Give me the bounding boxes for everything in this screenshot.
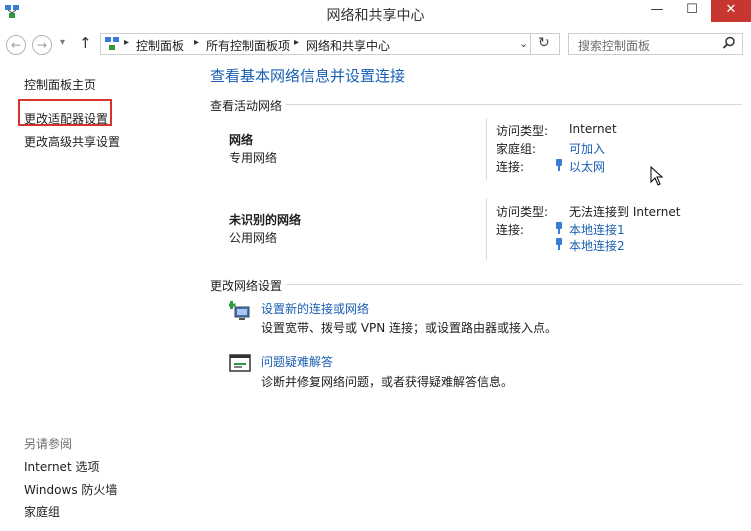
ethernet-icon bbox=[555, 159, 563, 171]
homegroup-join-link[interactable]: 可加入 bbox=[569, 140, 605, 157]
connection-local2-link[interactable]: 本地连接2 bbox=[569, 237, 625, 254]
mouse-cursor-icon bbox=[650, 165, 664, 186]
change-settings-title: 更改网络设置 bbox=[210, 279, 283, 293]
crumb-control-panel[interactable]: 控制面板 bbox=[136, 37, 184, 54]
see-also-internet-options[interactable]: Internet 选项 bbox=[24, 458, 99, 475]
sidebar-item-advanced-sharing[interactable]: 更改高级共享设置 bbox=[24, 133, 120, 150]
minimize-button[interactable]: — bbox=[640, 0, 674, 22]
setup-connection-desc: 设置宽带、拨号或 VPN 连接；或设置路由器或接入点。 bbox=[261, 321, 558, 335]
see-also-homegroup[interactable]: 家庭组 bbox=[24, 503, 60, 520]
crumb-network-center[interactable]: 网络和共享中心 bbox=[306, 37, 390, 54]
forward-button[interactable]: → bbox=[32, 35, 52, 55]
crumb-separator: ▸ bbox=[124, 37, 130, 48]
connection-ethernet-link[interactable]: 以太网 bbox=[569, 158, 605, 175]
window-title: 网络和共享中心 bbox=[326, 8, 425, 24]
ethernet-icon bbox=[555, 238, 563, 250]
refresh-icon[interactable]: ↻ bbox=[538, 35, 550, 51]
control-panel-icon bbox=[104, 36, 120, 52]
new-connection-icon bbox=[227, 300, 253, 324]
see-also-windows-firewall[interactable]: Windows 防火墙 bbox=[24, 481, 117, 498]
troubleshoot-link[interactable]: 问题疑难解答 bbox=[261, 353, 333, 370]
access-type-label: 访问类型: bbox=[496, 205, 549, 219]
active-networks-title: 查看活动网络 bbox=[210, 99, 283, 113]
search-placeholder: 搜索控制面板 bbox=[578, 39, 651, 53]
recent-dropdown-icon[interactable]: ▾ bbox=[60, 37, 65, 48]
address-divider bbox=[530, 33, 531, 55]
section-divider bbox=[286, 104, 742, 105]
up-button[interactable]: ↑ bbox=[79, 34, 92, 52]
access-type-value: Internet bbox=[569, 122, 617, 136]
network-divider bbox=[486, 198, 487, 260]
network-type: 专用网络 bbox=[229, 151, 278, 165]
access-type-label: 访问类型: bbox=[496, 124, 549, 138]
network-name: 网络 bbox=[229, 133, 254, 147]
crumb-separator[interactable]: ▸ bbox=[194, 37, 199, 48]
ethernet-icon bbox=[555, 222, 563, 234]
maximize-button[interactable]: ☐ bbox=[675, 0, 709, 22]
crumb-all-items[interactable]: 所有控制面板项 bbox=[206, 37, 290, 54]
connection-local1-link[interactable]: 本地连接1 bbox=[569, 221, 625, 238]
troubleshoot-icon bbox=[229, 354, 251, 374]
network-name: 未识别的网络 bbox=[229, 213, 302, 227]
connection-label: 连接: bbox=[496, 160, 525, 174]
setup-connection-link[interactable]: 设置新的连接或网络 bbox=[261, 300, 369, 317]
page-title: 查看基本网络信息并设置连接 bbox=[210, 67, 406, 85]
sidebar-home-link[interactable]: 控制面板主页 bbox=[24, 76, 96, 93]
section-divider bbox=[286, 284, 742, 285]
network-type: 公用网络 bbox=[229, 231, 278, 245]
address-dropdown-icon[interactable]: ⌄ bbox=[519, 37, 528, 50]
close-button[interactable]: ✕ bbox=[711, 0, 751, 22]
crumb-separator[interactable]: ▸ bbox=[294, 37, 299, 48]
search-icon[interactable] bbox=[722, 36, 736, 50]
homegroup-label: 家庭组: bbox=[496, 142, 537, 156]
network-divider bbox=[486, 118, 487, 180]
see-also-title: 另请参阅 bbox=[24, 437, 73, 451]
sidebar-item-adapter-settings[interactable]: 更改适配器设置 bbox=[24, 110, 108, 127]
troubleshoot-desc: 诊断并修复网络问题，或者获得疑难解答信息。 bbox=[261, 375, 514, 389]
access-type-value: 无法连接到 Internet bbox=[569, 205, 681, 219]
back-button[interactable]: ← bbox=[6, 35, 26, 55]
connection-label: 连接: bbox=[496, 223, 525, 237]
